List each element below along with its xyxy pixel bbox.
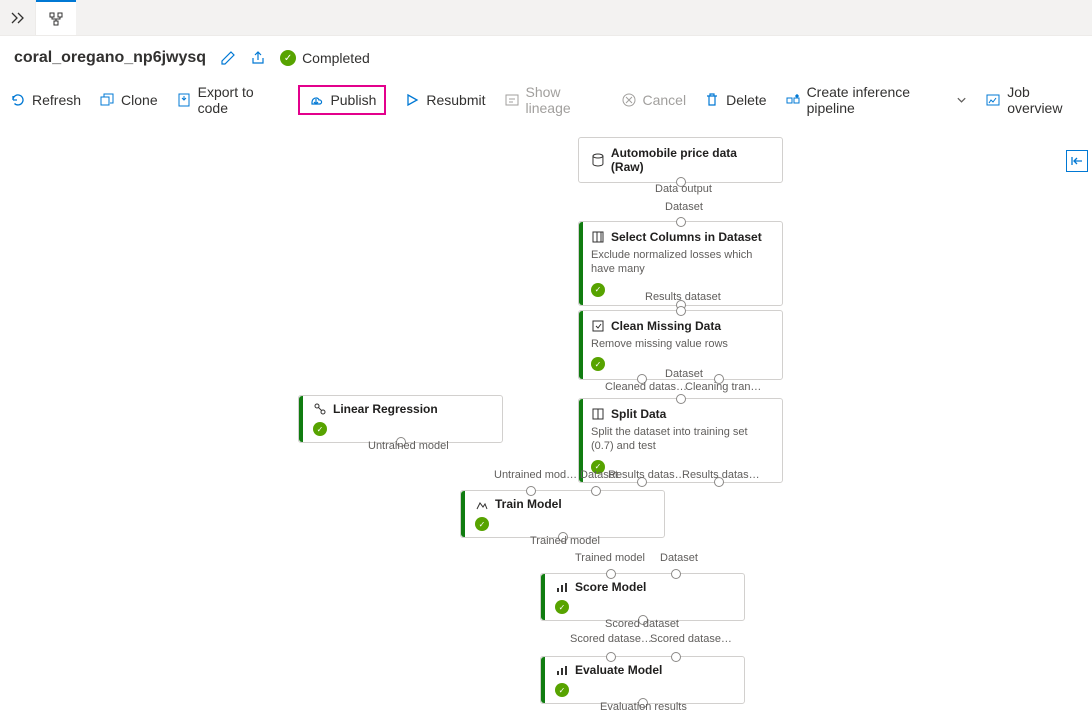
port-label: Results datas… [682,469,760,481]
node-linear-regression[interactable]: Linear Regression ✓ [298,395,503,443]
input-port-2[interactable] [591,486,601,496]
share-icon [250,50,266,66]
port-label: Dataset [665,368,703,380]
lineage-icon [504,92,520,108]
status-badge: ✓ Completed [280,50,370,66]
split-icon [591,407,605,421]
input-port[interactable] [676,394,686,404]
resubmit-button[interactable]: Resubmit [404,88,485,112]
status-check-icon: ✓ [555,600,569,614]
chevron-double-right-icon [10,10,26,26]
tab-pipeline[interactable] [36,0,76,35]
trash-icon [704,92,720,108]
node-automobile-data[interactable]: Automobile price data (Raw) [578,137,783,183]
status-check-icon: ✓ [313,422,327,436]
score-icon [555,580,569,594]
status-label: Completed [302,50,370,66]
refresh-icon [10,92,26,108]
port-label: Untrained mod… [494,469,577,481]
publish-button[interactable]: Publish [298,85,386,115]
port-label: Evaluation results [600,701,687,713]
clean-icon [591,319,605,333]
overview-icon [985,92,1001,108]
expand-panel-button[interactable] [0,0,36,35]
check-icon: ✓ [280,50,296,66]
play-icon [404,92,420,108]
edit-button[interactable] [220,50,236,66]
input-port[interactable] [606,569,616,579]
pipeline-title: coral_oregano_np6jwysq [14,49,206,67]
tab-bar [0,0,1092,36]
status-check-icon: ✓ [591,357,605,371]
train-icon [475,497,489,511]
chevron-down-icon [956,94,967,106]
port-label: Results datas… [608,469,686,481]
input-port[interactable] [676,217,686,227]
status-check-icon: ✓ [555,683,569,697]
node-score-model[interactable]: Score Model ✓ [540,573,745,621]
cancel-icon [621,92,637,108]
model-icon [313,402,327,416]
port-label: Cleaning tran… [685,381,761,393]
share-button[interactable] [250,50,266,66]
database-icon [591,153,605,167]
input-port-2[interactable] [671,569,681,579]
clone-icon [99,92,115,108]
input-port[interactable] [526,486,536,496]
export-icon [176,92,192,108]
port-label: Scored datase… [650,633,732,645]
refresh-button[interactable]: Refresh [10,88,81,112]
pencil-icon [220,50,236,66]
port-label: Results dataset [645,291,721,303]
input-port[interactable] [606,652,616,662]
edges-layer [0,120,300,270]
port-label: Scored dataset [605,618,679,630]
create-inference-button[interactable]: Create inference pipeline [785,80,968,120]
status-check-icon: ✓ [475,517,489,531]
cancel-button: Cancel [621,88,687,112]
publish-icon [308,92,324,108]
port-label: Trained model [530,535,600,547]
arrow-in-icon [1070,154,1084,168]
pipeline-icon [48,11,64,27]
port-label: Data output [655,183,712,195]
clone-button[interactable]: Clone [99,88,158,112]
inference-icon [785,92,801,108]
port-label: Dataset [665,201,703,213]
delete-button[interactable]: Delete [704,88,766,112]
export-button[interactable]: Export to code [176,80,281,120]
port-label: Dataset [660,552,698,564]
title-row: coral_oregano_np6jwysq ✓ Completed [0,36,1092,80]
input-port[interactable] [676,306,686,316]
evaluate-icon [555,663,569,677]
port-label: Scored datase… [570,633,652,645]
pipeline-canvas[interactable]: Automobile price data (Raw) Data output … [0,120,1092,720]
input-port-2[interactable] [671,652,681,662]
toolbar: Refresh Clone Export to code Publish Res… [0,80,1092,120]
show-lineage-button: Show lineage [504,80,603,120]
collapse-panel-button[interactable] [1066,150,1088,172]
port-label: Cleaned datas… [605,381,687,393]
port-label: Untrained model [368,440,449,452]
job-overview-button[interactable]: Job overview [985,80,1082,120]
node-evaluate-model[interactable]: Evaluate Model ✓ [540,656,745,704]
status-check-icon: ✓ [591,283,605,297]
port-label: Dataset [580,469,618,481]
node-train-model[interactable]: Train Model ✓ [460,490,665,538]
port-label: Trained model [575,552,645,564]
columns-icon [591,230,605,244]
